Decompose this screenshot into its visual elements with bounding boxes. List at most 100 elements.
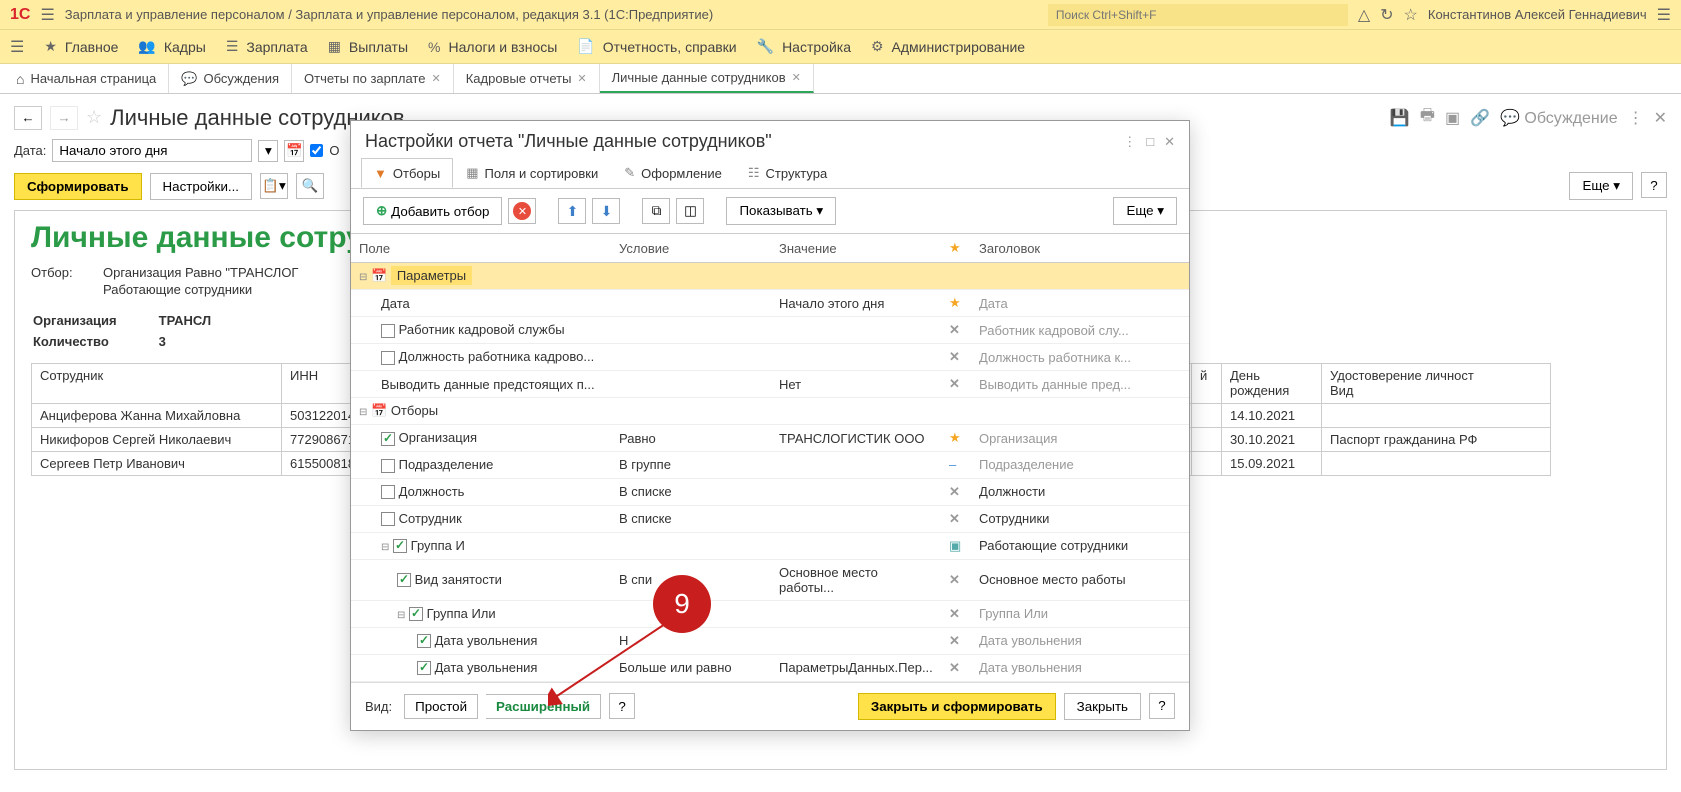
tab-discussions[interactable]: 💬Обсуждения: [169, 64, 292, 93]
filter-row[interactable]: ДолжностьВ списке✕Должности: [351, 478, 1189, 505]
group-button[interactable]: ⧉: [642, 198, 670, 224]
topbar: 1C Зарплата и управление персоналом / За…: [0, 0, 1681, 30]
global-search-input[interactable]: [1048, 4, 1348, 26]
col-header: Заголовок: [971, 234, 1189, 263]
filter-row[interactable]: Дата увольненияН✕Дата увольнения: [351, 627, 1189, 654]
save-icon[interactable]: 💾: [1390, 108, 1410, 128]
close-button[interactable]: Закрыть: [1064, 693, 1141, 720]
ungroup-button[interactable]: ◫: [676, 198, 704, 224]
tab-fields[interactable]: ▦Поля и сортировки: [453, 158, 611, 188]
calendar-button[interactable]: 📅: [284, 140, 304, 162]
menu-collapse-icon[interactable]: ☰: [1657, 5, 1671, 25]
link-icon[interactable]: 🔗: [1470, 108, 1490, 128]
chat-icon[interactable]: 💬 Обсуждение: [1500, 108, 1618, 128]
filter-row[interactable]: ДатаНачало этого дня★Дата: [351, 290, 1189, 317]
menu-vyplaty[interactable]: ▦Выплаты: [328, 38, 408, 55]
menu-otchetnost[interactable]: 📄Отчетность, справки: [577, 38, 736, 55]
org-value: ТРАНСЛ: [159, 311, 251, 330]
down-button[interactable]: ⬇: [592, 198, 620, 224]
close-icon[interactable]: ✕: [577, 72, 586, 85]
export-icon[interactable]: ▣: [1445, 108, 1460, 128]
copy-icon-button[interactable]: 📋▾: [260, 173, 288, 199]
menu-nalogi[interactable]: %Налоги и взносы: [428, 39, 557, 55]
star-icon: ★: [44, 38, 57, 55]
forward-button[interactable]: →: [50, 106, 78, 130]
back-button[interactable]: ←: [14, 106, 42, 130]
tab-style[interactable]: ✎Оформление: [611, 158, 735, 188]
more-icon[interactable]: ⋮: [1628, 108, 1644, 128]
close-and-form-button[interactable]: Закрыть и сформировать: [858, 693, 1056, 720]
logo-1c: 1C: [10, 6, 30, 24]
section-params[interactable]: ⊟ 📅 Параметры: [351, 263, 1189, 290]
filter-row[interactable]: СотрудникВ списке✕Сотрудники: [351, 505, 1189, 532]
menu-zarplata[interactable]: ☰Зарплата: [226, 38, 308, 55]
tab-reports-kadry[interactable]: Кадровые отчеты✕: [454, 64, 600, 93]
view-simple-button[interactable]: Простой: [404, 694, 478, 719]
help-button-2[interactable]: ?: [1149, 693, 1175, 719]
columns-icon: ▦: [466, 165, 478, 181]
star-icon[interactable]: ☆: [1404, 5, 1418, 25]
tab-reports-salary[interactable]: Отчеты по зарплате✕: [292, 64, 454, 93]
close-icon[interactable]: ✕: [431, 72, 440, 85]
menu-admin[interactable]: ⚙Администрирование: [871, 38, 1025, 55]
history-icon[interactable]: ↻: [1380, 5, 1393, 25]
view-extended-button[interactable]: Расширенный: [486, 694, 601, 719]
filter-label: Отбор:: [31, 265, 103, 280]
count-value: 3: [159, 332, 251, 351]
search-icon-button[interactable]: 🔍: [296, 173, 324, 199]
help-button[interactable]: ?: [609, 693, 635, 719]
app-title: Зарплата и управление персоналом / Зарпл…: [65, 7, 1038, 22]
user-name[interactable]: Константинов Алексей Геннадиевич: [1428, 7, 1647, 22]
menu-kadry[interactable]: 👥Кадры: [138, 38, 205, 55]
close-icon[interactable]: ✕: [1654, 108, 1667, 128]
col-employee: Сотрудник: [32, 364, 282, 404]
show-button[interactable]: Показывать ▾: [726, 197, 836, 225]
up-button[interactable]: ⬆: [558, 198, 586, 224]
date-label: Дата:: [14, 143, 46, 158]
date-input[interactable]: [52, 139, 252, 162]
filter-row[interactable]: ОрганизацияРавноТРАНСЛОГИСТИК ООО★Органи…: [351, 425, 1189, 452]
section-filters[interactable]: ⊟ 📅 Отборы: [351, 398, 1189, 425]
main-hamburger-icon[interactable]: [10, 37, 24, 57]
menu-nastroyka[interactable]: 🔧Настройка: [757, 38, 851, 55]
close-icon[interactable]: ✕: [792, 71, 801, 84]
filter-row[interactable]: Работник кадровой службы✕Работник кадров…: [351, 317, 1189, 344]
filter-row[interactable]: Дата увольненияБольше или равноПараметры…: [351, 654, 1189, 681]
close-icon[interactable]: ✕: [1164, 134, 1175, 150]
bell-icon[interactable]: △: [1358, 5, 1370, 25]
hamburger-icon[interactable]: [40, 5, 54, 25]
settings-button[interactable]: Настройки...: [150, 173, 252, 200]
org-checkbox[interactable]: [310, 144, 323, 157]
col-field: Поле: [351, 234, 611, 263]
tab-struct[interactable]: ☷Структура: [735, 158, 840, 188]
filters-table: Поле Условие Значение ★ Заголовок ⊟ 📅 Па…: [351, 233, 1189, 682]
modal-toolbar: ⊕Добавить отбор ✕ ⬆ ⬇ ⧉ ◫ Показывать ▾ Е…: [351, 189, 1189, 233]
delete-button[interactable]: ✕: [508, 198, 536, 224]
filter-row[interactable]: ⊟ Группа И▣Работающие сотрудники: [351, 532, 1189, 559]
filter-row[interactable]: ⊟ Группа Или✕Группа Или: [351, 600, 1189, 627]
form-button[interactable]: Сформировать: [14, 173, 142, 200]
more-button[interactable]: Еще ▾: [1113, 197, 1177, 225]
filter-row[interactable]: Выводить данные предстоящих п...Нет✕Выво…: [351, 371, 1189, 398]
add-filter-button[interactable]: ⊕Добавить отбор: [363, 197, 502, 225]
funnel-icon: ▼: [374, 166, 387, 181]
print-icon[interactable]: 🖶: [1420, 104, 1435, 131]
settings-modal: Настройки отчета "Личные данные сотрудни…: [350, 120, 1190, 731]
help-button[interactable]: ?: [1641, 172, 1667, 198]
tab-home[interactable]: Начальная страница: [4, 64, 169, 93]
org-check-label: О: [329, 143, 339, 158]
tab-personal-data[interactable]: Личные данные сотрудников✕: [600, 64, 814, 93]
filter-row[interactable]: ПодразделениеВ группе–Подразделение: [351, 452, 1189, 479]
people-icon: 👥: [138, 38, 155, 55]
more-icon[interactable]: ⋮: [1123, 134, 1136, 150]
filter-row[interactable]: Вид занятостиВ спиОсновное место работы.…: [351, 559, 1189, 600]
favorite-icon[interactable]: [86, 107, 102, 128]
filter-text-1: Организация Равно "ТРАНСЛОГ: [103, 265, 298, 280]
more-button[interactable]: Еще ▾: [1569, 172, 1633, 200]
maximize-icon[interactable]: □: [1146, 134, 1154, 149]
tab-filters[interactable]: ▼Отборы: [361, 158, 453, 188]
dropdown-button[interactable]: ▾: [258, 140, 278, 162]
filter-row[interactable]: Должность работника кадрово...✕Должность…: [351, 344, 1189, 371]
col-birth: Деньрождения: [1222, 364, 1322, 404]
menu-main[interactable]: ★Главное: [44, 38, 118, 55]
